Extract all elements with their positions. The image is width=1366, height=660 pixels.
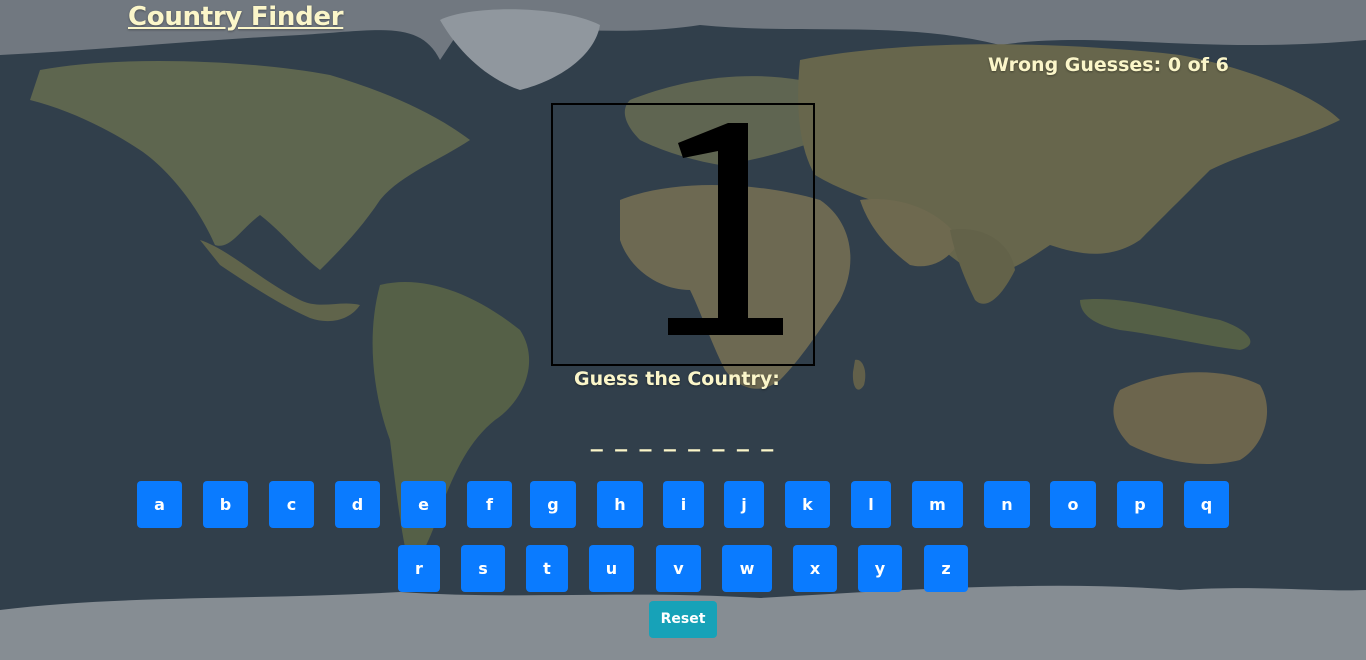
game-stage: Country Finder Wrong Guesses: 0 of 6 Gue… <box>0 0 1366 660</box>
letter-key-u[interactable]: u <box>589 545 634 592</box>
guess-prompt: Guess the Country: <box>574 368 780 390</box>
letter-key-z[interactable]: z <box>924 545 968 592</box>
page-title: Country Finder <box>128 2 344 32</box>
letter-key-s[interactable]: s <box>461 545 505 592</box>
letter-key-k[interactable]: k <box>785 481 830 528</box>
wrong-guesses-counter: Wrong Guesses: 0 of 6 <box>988 54 1229 76</box>
letter-key-j[interactable]: j <box>724 481 764 528</box>
letter-key-i[interactable]: i <box>663 481 704 528</box>
letter-key-w[interactable]: w <box>722 545 772 592</box>
letter-key-h[interactable]: h <box>597 481 643 528</box>
letter-key-r[interactable]: r <box>398 545 440 592</box>
letter-key-l[interactable]: l <box>851 481 891 528</box>
letter-key-c[interactable]: c <box>269 481 314 528</box>
letter-key-e[interactable]: e <box>401 481 446 528</box>
letter-key-n[interactable]: n <box>984 481 1030 528</box>
letter-key-m[interactable]: m <box>912 481 963 528</box>
letter-key-d[interactable]: d <box>335 481 380 528</box>
letter-key-b[interactable]: b <box>203 481 248 528</box>
letter-key-p[interactable]: p <box>1117 481 1163 528</box>
letter-key-q[interactable]: q <box>1184 481 1229 528</box>
letter-key-o[interactable]: o <box>1050 481 1096 528</box>
letter-key-t[interactable]: t <box>526 545 568 592</box>
hangman-stage-icon <box>668 123 783 335</box>
letter-key-v[interactable]: v <box>656 545 701 592</box>
letter-key-f[interactable]: f <box>467 481 512 528</box>
letter-key-a[interactable]: a <box>137 481 182 528</box>
word-blanks: _ _ _ _ _ _ _ _ <box>590 424 776 452</box>
letter-key-x[interactable]: x <box>793 545 837 592</box>
reset-button[interactable]: Reset <box>649 601 717 638</box>
letter-key-y[interactable]: y <box>858 545 902 592</box>
letter-key-g[interactable]: g <box>530 481 576 528</box>
hangman-image-frame <box>551 103 815 366</box>
